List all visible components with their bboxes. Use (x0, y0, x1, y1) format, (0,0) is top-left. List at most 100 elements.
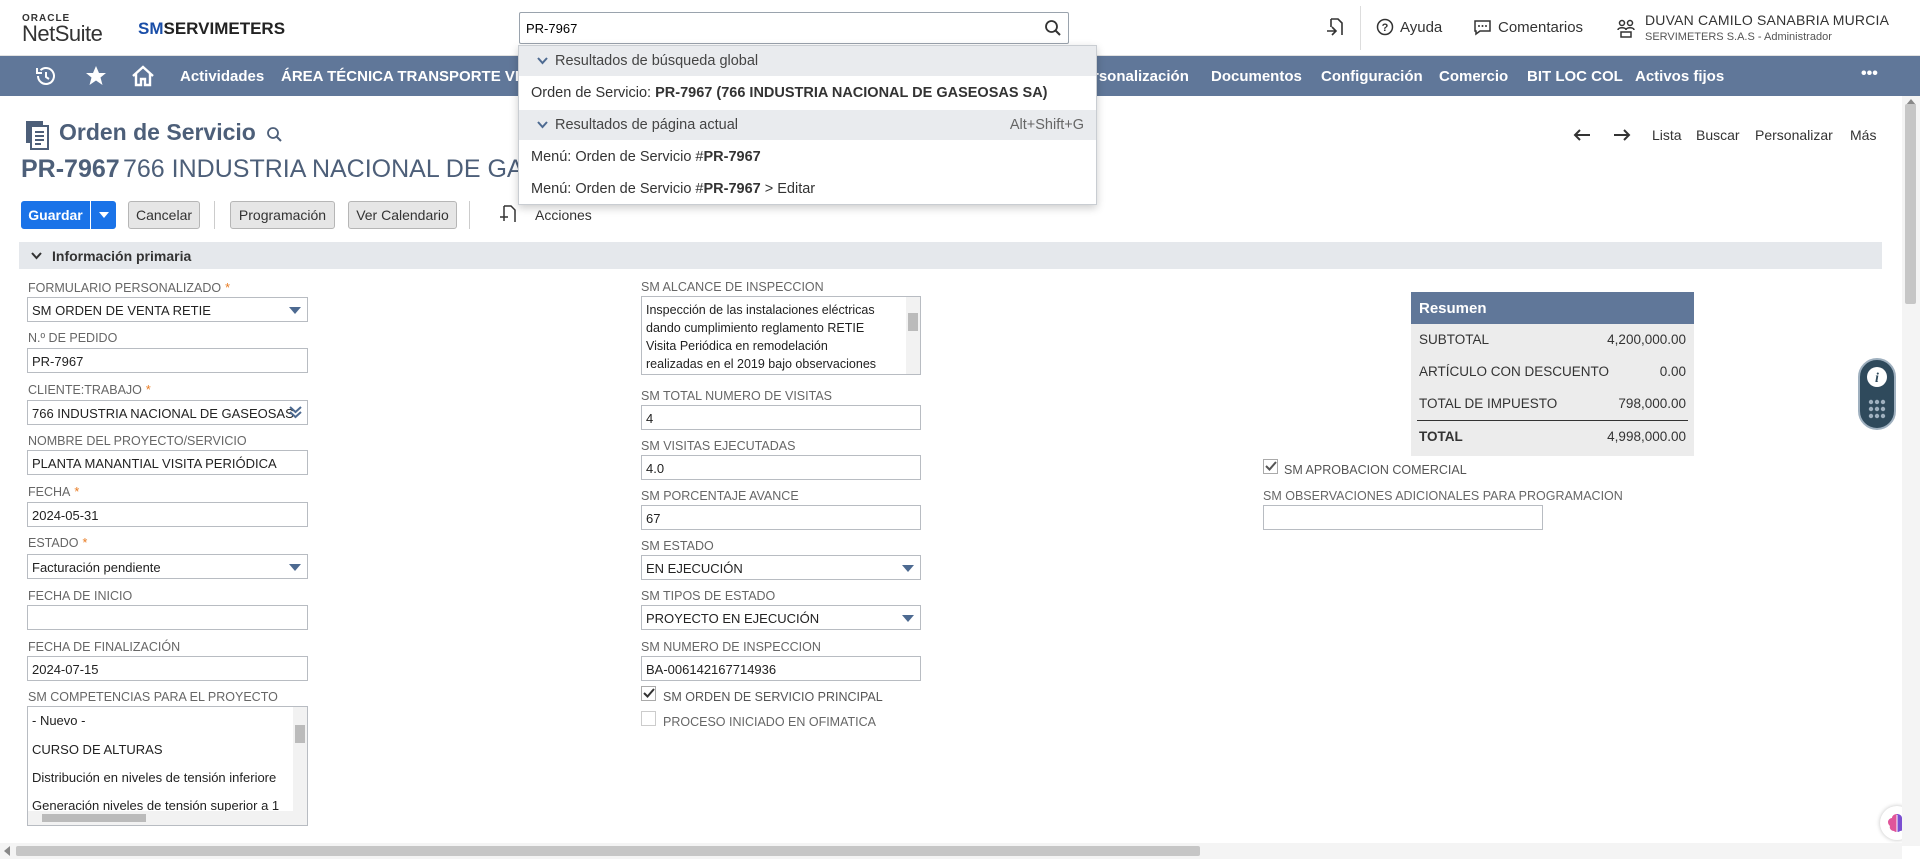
nav-actividades[interactable]: Actividades (180, 68, 264, 85)
user-name[interactable]: DUVAN CAMILO SANABRIA MURCIA (1645, 12, 1889, 28)
status-label-text: ESTADO (28, 536, 79, 550)
client-job-select[interactable]: 766 INDUSTRIA NACIONAL DE GASEOSAS (27, 400, 308, 425)
end-date-field[interactable]: 2024-07-15 (27, 656, 308, 681)
programming-button[interactable]: Programación (230, 201, 335, 229)
drag-handle-icon[interactable] (1867, 398, 1887, 420)
checkmark-icon (643, 688, 655, 698)
page-result-bold: PR-7967 (703, 181, 761, 197)
view-calendar-button[interactable]: Ver Calendario (348, 201, 457, 229)
page-results-header[interactable]: Resultados de página actual Alt+Shift+G (519, 110, 1096, 140)
vertical-scrollbar[interactable] (906, 297, 920, 374)
vertical-scrollbar[interactable] (293, 707, 307, 811)
sm-status-label: SM ESTADO (641, 539, 714, 553)
nav-area-tecnica[interactable]: ÁREA TÉCNICA TRANSPORTE VERT. (281, 68, 547, 85)
total-visits-field[interactable]: 4 (641, 405, 921, 430)
ofimatica-checkbox[interactable] (641, 711, 656, 726)
global-results-title: Resultados de búsqueda global (555, 53, 759, 69)
nav-bit-loc-col[interactable]: BIT LOC COL (1527, 68, 1623, 85)
competencies-multiselect[interactable]: - Nuevo - CURSO DE ALTURAS Distribución … (27, 706, 308, 826)
previous-record-arrow-icon[interactable] (1573, 128, 1591, 142)
more-link[interactable]: Más (1850, 127, 1876, 143)
page-vertical-scrollbar[interactable] (1902, 96, 1920, 846)
list-item[interactable]: - Nuevo - (32, 713, 85, 728)
status-types-label: SM TIPOS DE ESTADO (641, 589, 776, 603)
netsuite-logo[interactable]: NetSuite (22, 21, 103, 47)
nav-documentos[interactable]: Documentos (1211, 68, 1302, 85)
nav-configuracion[interactable]: Configuración (1321, 68, 1423, 85)
order-number-field[interactable]: PR-7967 (27, 348, 308, 373)
scope-line: dando cumplimiento reglamento RETIE (646, 321, 865, 335)
status-types-value: PROYECTO EN EJECUCIÓN (646, 611, 820, 626)
primary-info-section-header[interactable]: Información primaria (19, 242, 1882, 269)
favorites-star-icon[interactable] (84, 64, 108, 88)
search-icon[interactable] (1044, 19, 1062, 37)
horizontal-scrollbar[interactable] (28, 811, 307, 825)
scope-text: Inspección de las instalaciones eléctric… (646, 301, 904, 373)
status-types-select[interactable]: PROYECTO EN EJECUCIÓN (641, 605, 921, 630)
inspection-scope-textarea[interactable]: Inspección de las instalaciones eléctric… (641, 296, 921, 375)
page-result-item[interactable]: Menú: Orden de Servicio #PR-7967 > Edita… (531, 181, 815, 197)
inspection-number-field[interactable]: BA-006142167714936 (641, 656, 921, 681)
global-results-header[interactable]: Resultados de búsqueda global (519, 46, 1096, 76)
list-item[interactable]: Distribución en niveles de tensión infer… (32, 770, 292, 785)
nav-personalizacion[interactable]: rsonalización (1093, 68, 1189, 85)
status-value: Facturación pendiente (32, 560, 161, 575)
customize-link[interactable]: Personalizar (1755, 127, 1833, 143)
page-results-title: Resultados de página actual (555, 117, 738, 133)
project-name-field[interactable]: PLANTA MANANTIAL VISITA PERIÓDICA (27, 450, 308, 475)
search-link[interactable]: Buscar (1696, 127, 1740, 143)
nav-activos-fijos[interactable]: Activos fijos (1635, 68, 1724, 85)
custom-form-select[interactable]: SM ORDEN DE VENTA RETIE (27, 297, 308, 322)
required-marker: * (145, 383, 151, 397)
actions-icon[interactable] (499, 204, 518, 224)
start-date-field[interactable] (27, 605, 308, 630)
scrollbar-thumb[interactable] (16, 846, 1200, 856)
actions-menu[interactable]: Acciones (535, 207, 592, 223)
principal-order-checkbox[interactable] (641, 686, 656, 701)
role-switch-icon[interactable] (1616, 18, 1636, 38)
page-result-prefix: Menú: Orden de Servicio # (531, 181, 704, 197)
global-search-input[interactable] (520, 13, 1040, 43)
save-options-button[interactable] (91, 201, 116, 229)
header-divider (1360, 6, 1361, 50)
comments-icon (1474, 20, 1491, 36)
scrollbar-thumb[interactable] (1905, 104, 1916, 304)
list-item[interactable]: CURSO DE ALTURAS (32, 742, 163, 757)
nav-more-menu[interactable]: ••• (1861, 65, 1878, 83)
additional-observations-field[interactable] (1263, 505, 1543, 530)
summary-title: Resumen (1411, 292, 1694, 324)
commercial-approval-checkbox[interactable] (1263, 459, 1278, 474)
list-link[interactable]: Lista (1652, 127, 1682, 143)
caret-down-icon (98, 212, 109, 218)
order-number-label: N.º DE PEDIDO (28, 331, 118, 345)
recent-records-icon[interactable] (1326, 17, 1346, 39)
progress-percent-field[interactable]: 67 (641, 505, 921, 530)
page-horizontal-scrollbar[interactable] (0, 843, 1902, 859)
scrollbar-thumb[interactable] (908, 313, 918, 331)
client-label-text: CLIENTE:TRABAJO (28, 383, 142, 397)
home-icon[interactable] (130, 64, 156, 88)
ofimatica-label: PROCESO INICIADO EN OFIMATICA (663, 715, 876, 729)
sm-status-select[interactable]: EN EJECUCIÓN (641, 555, 921, 580)
search-icon[interactable] (266, 126, 283, 143)
scroll-left-arrow-icon[interactable] (4, 846, 10, 856)
assistant-widget[interactable]: i (1858, 358, 1896, 430)
global-result-item[interactable]: Orden de Servicio: PR-7967 (766 INDUSTRI… (531, 85, 1048, 101)
svg-text:?: ? (1382, 22, 1389, 34)
comments-link[interactable]: Comentarios (1473, 18, 1583, 36)
status-select[interactable]: Facturación pendiente (27, 554, 308, 579)
next-record-arrow-icon[interactable] (1613, 128, 1631, 142)
user-role[interactable]: SERVIMETERS S.A.S - Administrador (1645, 31, 1832, 43)
executed-visits-field[interactable]: 4.0 (641, 455, 921, 480)
info-icon[interactable]: i (1866, 366, 1888, 388)
scrollbar-thumb[interactable] (295, 725, 305, 743)
recent-history-icon[interactable] (34, 64, 58, 88)
help-link[interactable]: ? Ayuda (1376, 18, 1442, 36)
page-result-item[interactable]: Menú: Orden de Servicio #PR-7967 (531, 149, 761, 165)
date-field[interactable]: 2024-05-31 (27, 502, 308, 527)
save-button[interactable]: Guardar (21, 201, 90, 229)
nav-comercio[interactable]: Comercio (1439, 68, 1508, 85)
scrollbar-thumb[interactable] (42, 814, 146, 822)
cancel-button[interactable]: Cancelar (128, 201, 200, 229)
inspection-scope-label: SM ALCANCE DE INSPECCION (641, 280, 824, 294)
